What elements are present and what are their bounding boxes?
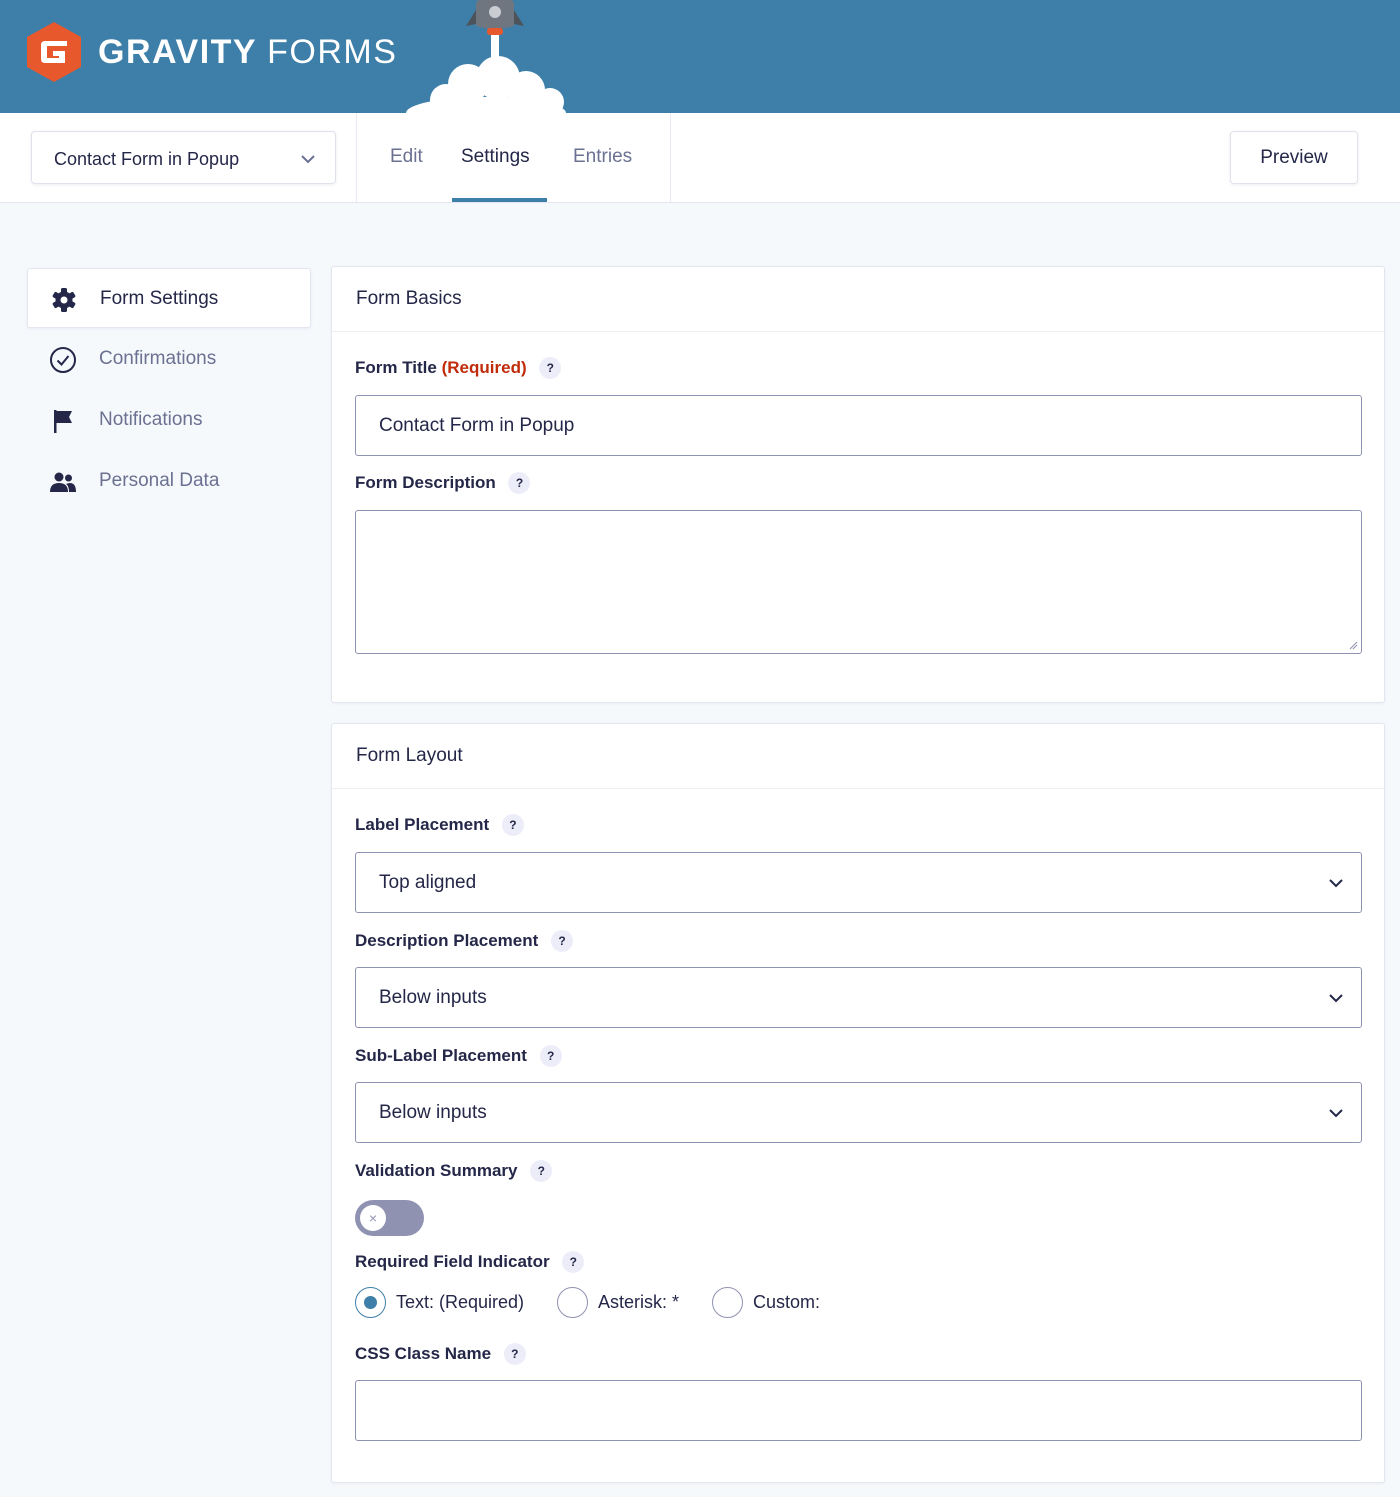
active-tab-indicator <box>452 198 547 202</box>
users-icon <box>50 472 76 492</box>
brand-name: GRAVITY FORMS <box>98 32 397 72</box>
rocket-illustration-icon <box>406 0 566 113</box>
help-icon[interactable]: ? <box>551 930 574 952</box>
required-asterisk-radio-label[interactable]: Asterisk: * <box>598 1292 679 1313</box>
help-icon[interactable]: ? <box>508 472 531 494</box>
toggle-off-icon: × <box>360 1205 386 1231</box>
required-asterisk-radio[interactable] <box>557 1287 588 1318</box>
help-icon[interactable]: ? <box>530 1160 553 1182</box>
form-description-label: Form Description ? <box>355 472 531 494</box>
description-placement-select[interactable]: Below inputs <box>355 967 1362 1028</box>
form-title-label-text: Form Title <box>355 358 437 377</box>
validation-summary-toggle[interactable]: × <box>355 1200 424 1236</box>
chevron-down-icon <box>1329 1109 1343 1118</box>
required-custom-radio[interactable] <box>712 1287 743 1318</box>
toolbar-divider <box>356 113 357 202</box>
form-selector-label: Contact Form in Popup <box>54 149 240 169</box>
css-class-label: CSS Class Name ? <box>355 1343 526 1365</box>
sublabel-placement-select[interactable]: Below inputs <box>355 1082 1362 1143</box>
chevron-down-icon <box>1329 879 1343 888</box>
panel-header: Form Basics <box>332 267 1384 332</box>
help-icon[interactable]: ? <box>539 1045 562 1067</box>
label-placement-value: Top aligned <box>379 872 477 893</box>
sidebar-item-notifications[interactable]: Notifications <box>27 390 311 450</box>
css-class-input[interactable] <box>355 1380 1362 1441</box>
radio-selected-dot <box>364 1296 377 1309</box>
help-icon[interactable]: ? <box>562 1251 585 1273</box>
header-bar: GRAVITY FORMS <box>0 0 1400 113</box>
tab-entries[interactable]: Entries <box>573 146 632 168</box>
label-placement-select[interactable]: Top aligned <box>355 852 1362 913</box>
tab-settings[interactable]: Settings <box>461 146 530 168</box>
form-title-input[interactable] <box>355 395 1362 456</box>
panel-header: Form Layout <box>332 724 1384 789</box>
label-placement-label: Label Placement ? <box>355 814 524 836</box>
form-selector-dropdown[interactable]: Contact Form in Popup <box>31 131 336 184</box>
toolbar-divider <box>670 113 671 202</box>
required-text-radio[interactable] <box>355 1287 386 1318</box>
chevron-down-icon <box>1329 994 1343 1003</box>
required-indicator-label: Required Field Indicator ? <box>355 1251 585 1273</box>
resize-handle-icon[interactable] <box>1349 641 1358 650</box>
sidebar-item-form-settings[interactable]: Form Settings <box>27 268 311 328</box>
help-icon[interactable]: ? <box>501 814 524 836</box>
sublabel-placement-value: Below inputs <box>379 1102 487 1123</box>
sidebar-item-label: Form Settings <box>100 288 219 309</box>
brand-name-bold: GRAVITY <box>98 33 258 71</box>
help-icon[interactable]: ? <box>539 357 562 379</box>
required-indicator-label-text: Required Field Indicator <box>355 1252 550 1271</box>
tab-edit[interactable]: Edit <box>390 146 423 168</box>
description-placement-label: Description Placement ? <box>355 930 574 952</box>
preview-button[interactable]: Preview <box>1230 131 1358 184</box>
required-custom-radio-label[interactable]: Custom: <box>753 1292 820 1313</box>
brand-name-thin: FORMS <box>267 33 398 71</box>
panel-title: Form Layout <box>356 745 463 766</box>
label-placement-label-text: Label Placement <box>355 815 490 834</box>
panel-title: Form Basics <box>356 288 462 309</box>
required-marker: (Required) <box>441 358 527 377</box>
form-description-label-text: Form Description <box>355 473 496 492</box>
flag-icon <box>54 410 72 433</box>
sidebar-item-label: Personal Data <box>99 470 220 491</box>
check-circle-icon <box>50 347 76 373</box>
sidebar-item-confirmations[interactable]: Confirmations <box>27 329 311 389</box>
sublabel-placement-label-text: Sub-Label Placement <box>355 1046 527 1065</box>
css-class-label-text: CSS Class Name <box>355 1344 492 1363</box>
gravity-forms-logo-icon <box>27 22 81 82</box>
chevron-down-icon <box>301 155 315 164</box>
description-placement-value: Below inputs <box>379 987 487 1008</box>
sidebar-item-label: Confirmations <box>99 348 217 369</box>
validation-summary-label-text: Validation Summary <box>355 1161 518 1180</box>
gear-icon <box>52 288 76 312</box>
sidebar-item-personal-data[interactable]: Personal Data <box>27 451 311 511</box>
help-icon[interactable]: ? <box>503 1343 526 1365</box>
form-toolbar: Contact Form in Popup Edit Settings Entr… <box>0 113 1400 203</box>
validation-summary-label: Validation Summary ? <box>355 1160 553 1182</box>
description-placement-label-text: Description Placement <box>355 931 539 950</box>
required-text-radio-label[interactable]: Text: (Required) <box>396 1292 524 1313</box>
form-description-textarea[interactable] <box>355 510 1362 654</box>
form-title-label: Form Title (Required) ? <box>355 357 562 379</box>
sidebar-item-label: Notifications <box>99 409 203 430</box>
sublabel-placement-label: Sub-Label Placement ? <box>355 1045 562 1067</box>
